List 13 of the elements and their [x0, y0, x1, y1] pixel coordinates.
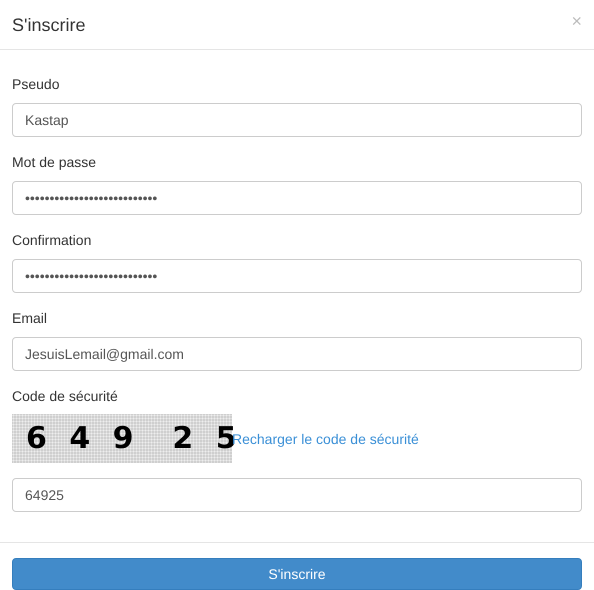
field-label: Pseudo	[12, 75, 60, 94]
submit-button[interactable]: S'inscrire	[12, 558, 582, 590]
captcha-image: 6 4 9 2 5	[12, 414, 232, 463]
dialog-title: S'inscrire	[12, 14, 86, 36]
input-field[interactable]: •••••••••••••••••••••••••••	[12, 181, 582, 215]
field-label: Confirmation	[12, 231, 92, 250]
input-field[interactable]: •••••••••••••••••••••••••••	[12, 259, 582, 293]
input-field[interactable]: Kastap	[12, 103, 582, 137]
input-field[interactable]: 64925	[12, 478, 582, 512]
input-field[interactable]: JesuisLemail@gmail.com	[12, 337, 582, 371]
field-label: Mot de passe	[12, 153, 98, 172]
field-label: Email	[12, 309, 48, 328]
field-label: Code de sécurité	[12, 387, 119, 406]
